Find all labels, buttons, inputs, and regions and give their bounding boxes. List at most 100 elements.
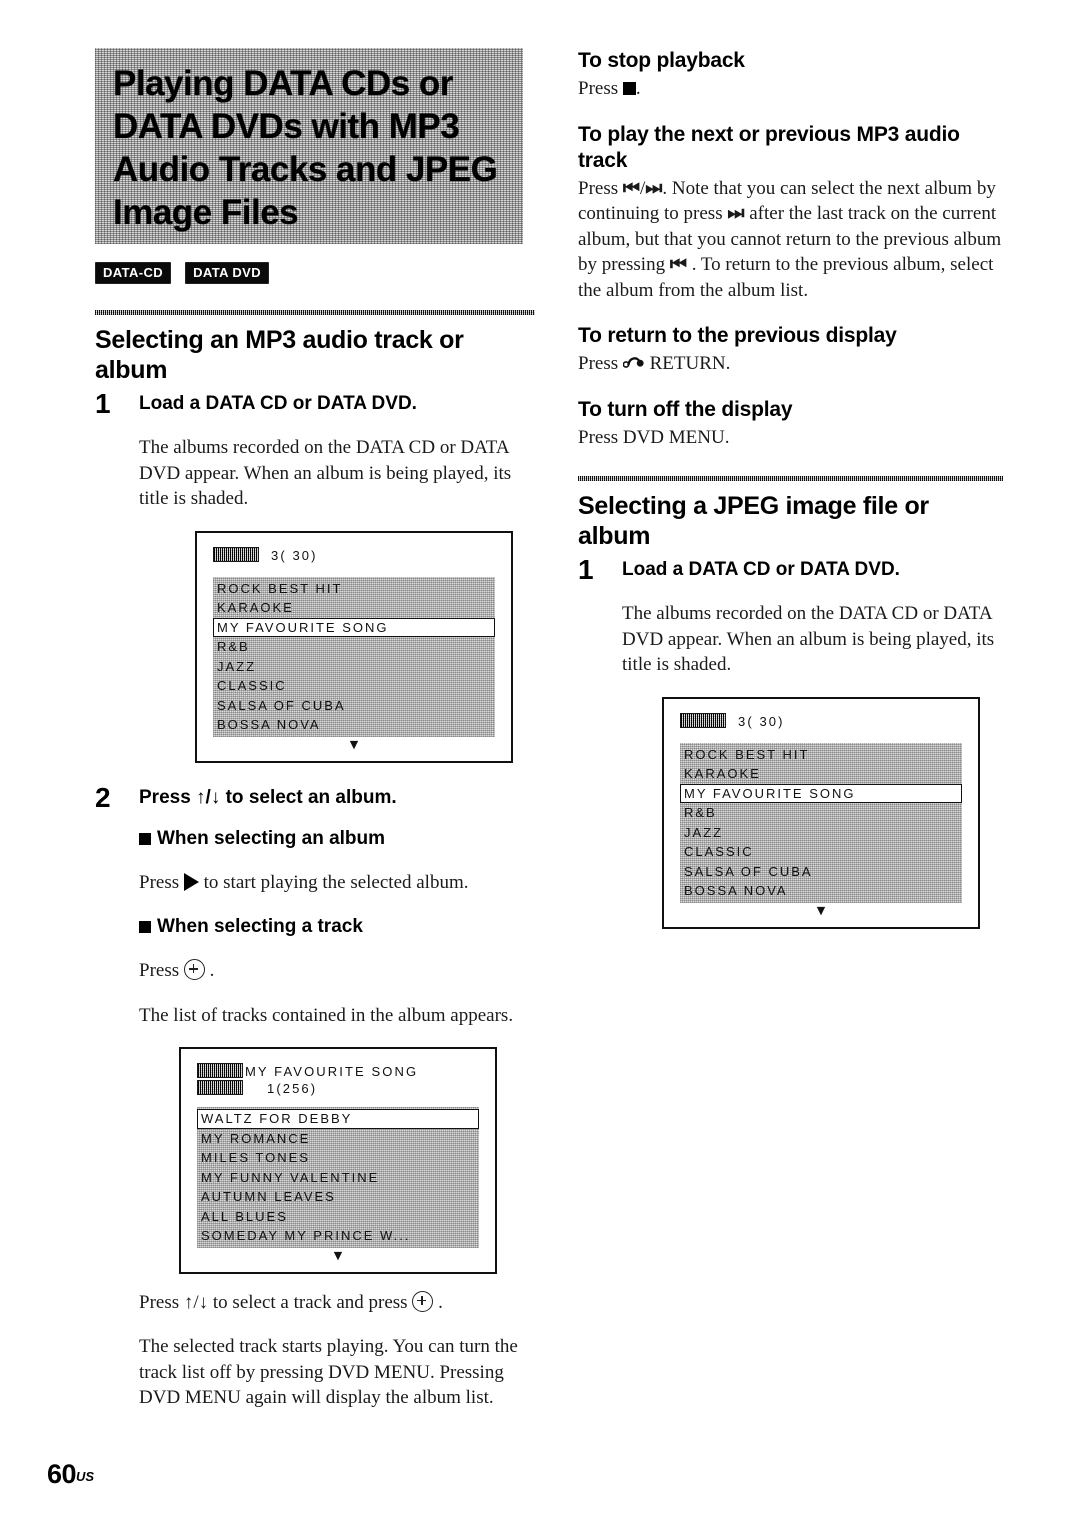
list-item[interactable]: KARAOKE [213,598,495,618]
text-before-glyph: Press [578,78,623,99]
list-item[interactable]: ROCK BEST HIT [213,579,495,599]
bullet-heading-select-album: When selecting an album [139,826,535,851]
disc-type-badges: DATA-CD DATA DVD [95,262,535,284]
list-item[interactable]: MILES TONES [197,1148,479,1168]
play-icon [183,872,199,891]
return-arrow-icon [622,353,645,369]
badge-data-cd: DATA-CD [95,262,172,284]
track-list-screenshot-wrap: MY FAVOURITE SONG 1(256) WALTZ FOR DEBBY… [179,1047,535,1274]
step-title: Load a DATA CD or DATA DVD. [622,559,900,580]
text-after-glyph: . [433,1291,443,1313]
text-after-glyph: RETURN. [644,353,731,374]
topic-heading-next-prev-track: To play the next or previous MP3 audio t… [578,122,960,172]
bullet-heading-text: When selecting an album [157,827,386,849]
title-line-4: Image Files [113,193,299,232]
prev-track-icon: ⏮ [669,253,687,275]
text-after-glyph: . [204,960,215,981]
list-item[interactable]: MY FUNNY VALENTINE [197,1168,479,1188]
chapter-title-block: Playing DATA CDs or DATA DVDs with MP3 A… [95,48,523,244]
album-list-screenshot-wrap: 3( 30) ROCK BEST HIT KARAOKE MY FAVOURIT… [195,530,535,763]
screen-header-texts: MY FAVOURITE SONG 1(256) [243,1063,418,1097]
list-item[interactable]: ALL BLUES [197,1207,479,1227]
bullet-body-select-album: Press to start playing the selected albu… [139,870,535,896]
disc-status-icon [213,546,259,562]
section-heading-jpeg: Selecting a JPEG image file or album [578,492,929,550]
text-before-glyph: Press ↑/↓ to select a track and press [139,1291,413,1313]
section-divider [578,476,1003,481]
list-item-selected[interactable]: WALTZ FOR DEBBY [197,1109,479,1129]
album-count: 3( 30) [738,713,785,729]
list-item-selected[interactable]: MY FAVOURITE SONG [680,783,962,803]
list-item[interactable]: JAZZ [680,823,962,843]
jpeg-album-list-screenshot-wrap: 3( 30) ROCK BEST HIT KARAOKE MY FAVOURIT… [662,696,1003,929]
topic-heading-return-previous: To return to the previous display [578,324,897,347]
topic-body-turn-off-display: Press DVD MENU. [578,426,730,448]
track-list-screen: MY FAVOURITE SONG 1(256) WALTZ FOR DEBBY… [179,1047,497,1274]
list-item[interactable]: SOMEDAY MY PRINCE W... [197,1226,479,1246]
stop-square-icon [622,82,636,95]
list-item[interactable]: SALSA OF CUBA [213,696,495,716]
list-item[interactable]: AUTUMN LEAVES [197,1187,479,1207]
topic-body-stop-playback: Press . [578,76,1003,102]
scroll-down-arrow-icon[interactable]: ▼ [680,904,962,917]
list-item[interactable]: MY ROMANCE [197,1129,479,1149]
list-item[interactable]: CLASSIC [680,842,962,862]
scroll-down-arrow-icon[interactable]: ▼ [197,1249,479,1262]
bullet-heading-select-track: When selecting a track [139,914,535,939]
topic-heading-turn-off-display: To turn off the display [578,397,793,421]
section-heading-mp3: Selecting an MP3 audio track or album [95,326,464,384]
list-item[interactable]: BOSSA NOVA [680,881,962,901]
screen-header-icons [197,1063,243,1095]
text-before-glyph: Press [139,871,184,893]
step-body: The albums recorded on the DATA CD or DA… [622,603,995,675]
bullet-square-icon [139,921,151,933]
step-title: Load a DATA CD or DATA DVD. [139,393,417,414]
disc-status-icon [197,1063,243,1078]
album-list-screen: 3( 30) ROCK BEST HIT KARAOKE MY FAVOURIT… [195,530,513,763]
text-before-glyph: Press [578,353,623,374]
list-item[interactable]: R&B [680,803,962,823]
list-item[interactable]: CLASSIC [213,676,495,696]
page-number: 60US [47,1459,94,1490]
jpeg-album-list-screen: 3( 30) ROCK BEST HIT KARAOKE MY FAVOURIT… [662,696,980,929]
list-item[interactable]: SALSA OF CUBA [680,862,962,882]
track-count: 1(256) [267,1081,318,1096]
screen-header: MY FAVOURITE SONG 1(256) [197,1063,479,1097]
list-item[interactable]: R&B [213,637,495,657]
screen-header-icons [680,712,726,728]
left-column: Playing DATA CDs or DATA DVDs with MP3 A… [95,48,535,1430]
screen-header-icons [213,546,259,562]
section-divider [95,310,535,315]
page-title: Playing DATA CDs or DATA DVDs with MP3 A… [113,62,513,234]
screen-header: 3( 30) [213,546,495,567]
text-before-glyph: Press [139,960,184,981]
list-item-selected[interactable]: MY FAVOURITE SONG [213,617,495,637]
step-2-mp3: 2 Press ↑/↓ to select an album. When sel… [95,781,535,1411]
title-line-2: DATA DVDs with MP3 [113,107,460,146]
prev-track-icon: ⏮ [622,176,640,199]
closing-line-1: Press ↑/↓ to select a track and press . [139,1290,535,1316]
next-track-icon: ⏭ [645,176,663,199]
album-status-icon [197,1080,243,1095]
page-number-suffix: US [76,1469,95,1484]
topic-heading-stop-playback: To stop playback [578,49,745,72]
step-body: The albums recorded on the DATA CD or DA… [139,437,512,509]
list-item[interactable]: ROCK BEST HIT [680,745,962,765]
text-after-glyph: . [635,78,641,99]
list-item[interactable]: KARAOKE [680,764,962,784]
bullet-extra-body: The list of tracks contained in the albu… [139,1004,514,1026]
bullet-body-select-track: Press . [139,958,535,984]
topic-body-next-prev-track: Press ⏮/⏭. Note that you can select the … [578,176,1003,304]
step-number: 1 [578,554,594,585]
list-item[interactable]: JAZZ [213,657,495,677]
step-number: 2 [95,781,111,813]
album-count: 3( 30) [271,547,318,563]
title-line-1: Playing DATA CDs or [113,64,453,103]
step-title: Press ↑/↓ to select an album. [139,786,397,808]
text-after-glyph: to start playing the selected album. [198,871,469,893]
list-item[interactable]: BOSSA NOVA [213,715,495,735]
topic-body-return-previous: Press RETURN. [578,351,1003,377]
scroll-down-arrow-icon[interactable]: ▼ [213,738,495,751]
bullet-square-icon [139,832,151,845]
badge-data-dvd: DATA DVD [185,262,270,284]
